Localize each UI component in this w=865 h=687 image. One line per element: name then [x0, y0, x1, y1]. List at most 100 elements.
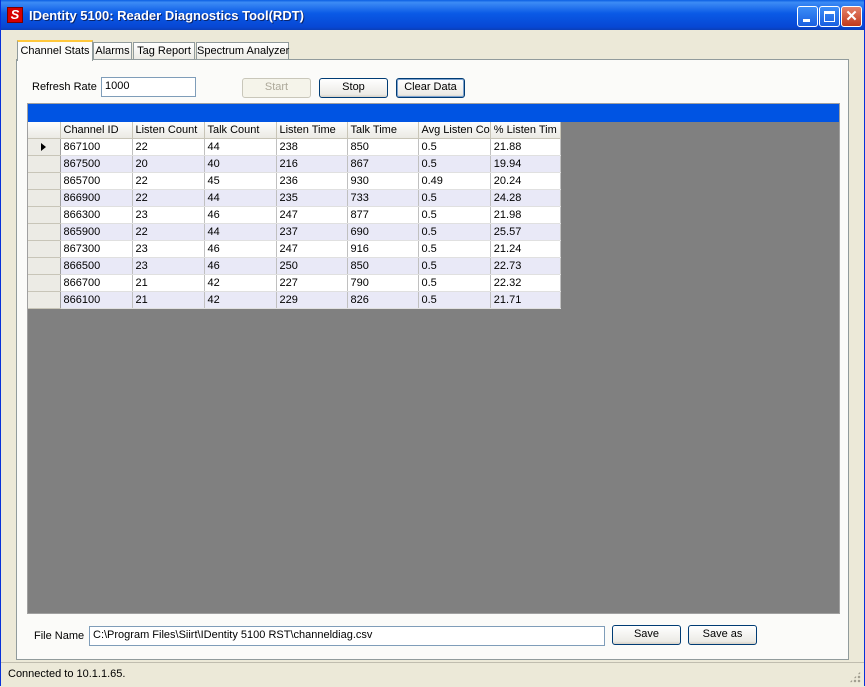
- cell-talk-count[interactable]: 45: [204, 172, 277, 190]
- cell-listen-time[interactable]: 227: [276, 274, 348, 292]
- column-header-percent-listen-time[interactable]: % Listen Tim: [490, 122, 561, 139]
- cell-percent-listen-time[interactable]: 20.24: [490, 172, 561, 190]
- cell-listen-count[interactable]: 21: [132, 274, 205, 292]
- cell-channel-id[interactable]: 865900: [60, 223, 133, 241]
- save-as-button[interactable]: Save as: [688, 625, 757, 645]
- cell-talk-time[interactable]: 850: [347, 257, 419, 275]
- column-header-talk-time[interactable]: Talk Time: [347, 122, 419, 139]
- column-header-listen-count[interactable]: Listen Count: [132, 122, 205, 139]
- cell-listen-time[interactable]: 237: [276, 223, 348, 241]
- clear-data-button[interactable]: Clear Data: [396, 78, 465, 98]
- cell-listen-time[interactable]: 250: [276, 257, 348, 275]
- table-row[interactable]: 865900 22 44 237 690 0.5 25.57: [28, 223, 561, 241]
- cell-listen-count[interactable]: 22: [132, 172, 205, 190]
- cell-listen-time[interactable]: 238: [276, 138, 348, 156]
- cell-percent-listen-time[interactable]: 22.32: [490, 274, 561, 292]
- column-header-talk-count[interactable]: Talk Count: [204, 122, 277, 139]
- row-header[interactable]: [28, 223, 61, 241]
- cell-channel-id[interactable]: 867300: [60, 240, 133, 258]
- cell-channel-id[interactable]: 866500: [60, 257, 133, 275]
- cell-channel-id[interactable]: 867100: [60, 138, 133, 156]
- cell-talk-time[interactable]: 877: [347, 206, 419, 224]
- cell-listen-count[interactable]: 21: [132, 291, 205, 309]
- table-row[interactable]: 866700 21 42 227 790 0.5 22.32: [28, 274, 561, 292]
- cell-avg-listen-count[interactable]: 0.5: [418, 206, 491, 224]
- cell-listen-time[interactable]: 236: [276, 172, 348, 190]
- row-header[interactable]: [28, 257, 61, 275]
- table-row[interactable]: 866100 21 42 229 826 0.5 21.71: [28, 291, 561, 309]
- cell-talk-time[interactable]: 916: [347, 240, 419, 258]
- cell-listen-count[interactable]: 22: [132, 138, 205, 156]
- cell-percent-listen-time[interactable]: 24.28: [490, 189, 561, 207]
- column-header-listen-time[interactable]: Listen Time: [276, 122, 348, 139]
- save-button[interactable]: Save: [612, 625, 681, 645]
- maximize-button[interactable]: [819, 6, 840, 27]
- cell-talk-count[interactable]: 46: [204, 257, 277, 275]
- cell-avg-listen-count[interactable]: 0.5: [418, 291, 491, 309]
- cell-avg-listen-count[interactable]: 0.5: [418, 223, 491, 241]
- row-header[interactable]: [28, 172, 61, 190]
- cell-listen-count[interactable]: 20: [132, 155, 205, 173]
- cell-talk-count[interactable]: 46: [204, 240, 277, 258]
- cell-listen-time[interactable]: 229: [276, 291, 348, 309]
- refresh-rate-input[interactable]: 1000: [101, 77, 196, 97]
- title-bar[interactable]: S IDentity 5100: Reader Diagnostics Tool…: [1, 0, 864, 30]
- cell-talk-count[interactable]: 44: [204, 189, 277, 207]
- cell-talk-time[interactable]: 690: [347, 223, 419, 241]
- column-header-channel-id[interactable]: Channel ID: [60, 122, 133, 139]
- cell-talk-count[interactable]: 46: [204, 206, 277, 224]
- cell-channel-id[interactable]: 866300: [60, 206, 133, 224]
- cell-avg-listen-count[interactable]: 0.5: [418, 189, 491, 207]
- cell-listen-count[interactable]: 23: [132, 257, 205, 275]
- cell-percent-listen-time[interactable]: 22.73: [490, 257, 561, 275]
- tab-alarms[interactable]: Alarms: [93, 42, 132, 59]
- cell-avg-listen-count[interactable]: 0.5: [418, 274, 491, 292]
- cell-listen-time[interactable]: 247: [276, 206, 348, 224]
- row-header[interactable]: [28, 138, 61, 156]
- table-row[interactable]: 866300 23 46 247 877 0.5 21.98: [28, 206, 561, 224]
- row-header[interactable]: [28, 274, 61, 292]
- cell-talk-count[interactable]: 44: [204, 138, 277, 156]
- channel-stats-grid[interactable]: Channel ID Listen Count Talk Count Liste…: [27, 103, 840, 614]
- cell-percent-listen-time[interactable]: 21.24: [490, 240, 561, 258]
- row-header[interactable]: [28, 206, 61, 224]
- table-row[interactable]: 867300 23 46 247 916 0.5 21.24: [28, 240, 561, 258]
- tab-channel-stats[interactable]: Channel Stats: [17, 40, 93, 61]
- cell-talk-time[interactable]: 930: [347, 172, 419, 190]
- row-header[interactable]: [28, 291, 61, 309]
- cell-listen-time[interactable]: 235: [276, 189, 348, 207]
- cell-listen-count[interactable]: 23: [132, 240, 205, 258]
- cell-talk-count[interactable]: 42: [204, 291, 277, 309]
- cell-listen-count[interactable]: 23: [132, 206, 205, 224]
- close-button[interactable]: ✕: [841, 6, 862, 27]
- resize-grip-icon[interactable]: [849, 671, 861, 683]
- cell-avg-listen-count[interactable]: 0.5: [418, 155, 491, 173]
- cell-avg-listen-count[interactable]: 0.49: [418, 172, 491, 190]
- cell-channel-id[interactable]: 866900: [60, 189, 133, 207]
- cell-talk-count[interactable]: 42: [204, 274, 277, 292]
- row-header[interactable]: [28, 189, 61, 207]
- cell-channel-id[interactable]: 866700: [60, 274, 133, 292]
- tab-tag-report[interactable]: Tag Report: [133, 42, 195, 59]
- cell-listen-time[interactable]: 216: [276, 155, 348, 173]
- cell-avg-listen-count[interactable]: 0.5: [418, 240, 491, 258]
- cell-avg-listen-count[interactable]: 0.5: [418, 257, 491, 275]
- file-path-input[interactable]: C:\Program Files\Siirt\IDentity 5100 RST…: [89, 626, 605, 646]
- cell-listen-time[interactable]: 247: [276, 240, 348, 258]
- cell-talk-count[interactable]: 40: [204, 155, 277, 173]
- tab-spectrum-analyzer[interactable]: Spectrum Analyzer: [196, 42, 289, 59]
- start-button[interactable]: Start: [242, 78, 311, 98]
- minimize-button[interactable]: [797, 6, 818, 27]
- column-header-avg-listen-count[interactable]: Avg Listen Co: [418, 122, 491, 139]
- cell-talk-time[interactable]: 733: [347, 189, 419, 207]
- channel-stats-table[interactable]: Channel ID Listen Count Talk Count Liste…: [28, 122, 561, 309]
- cell-channel-id[interactable]: 867500: [60, 155, 133, 173]
- row-header-corner[interactable]: [28, 122, 61, 139]
- cell-percent-listen-time[interactable]: 25.57: [490, 223, 561, 241]
- stop-button[interactable]: Stop: [319, 78, 388, 98]
- cell-talk-count[interactable]: 44: [204, 223, 277, 241]
- cell-percent-listen-time[interactable]: 21.71: [490, 291, 561, 309]
- cell-listen-count[interactable]: 22: [132, 223, 205, 241]
- table-row[interactable]: 866500 23 46 250 850 0.5 22.73: [28, 257, 561, 275]
- table-row[interactable]: 867500 20 40 216 867 0.5 19.94: [28, 155, 561, 173]
